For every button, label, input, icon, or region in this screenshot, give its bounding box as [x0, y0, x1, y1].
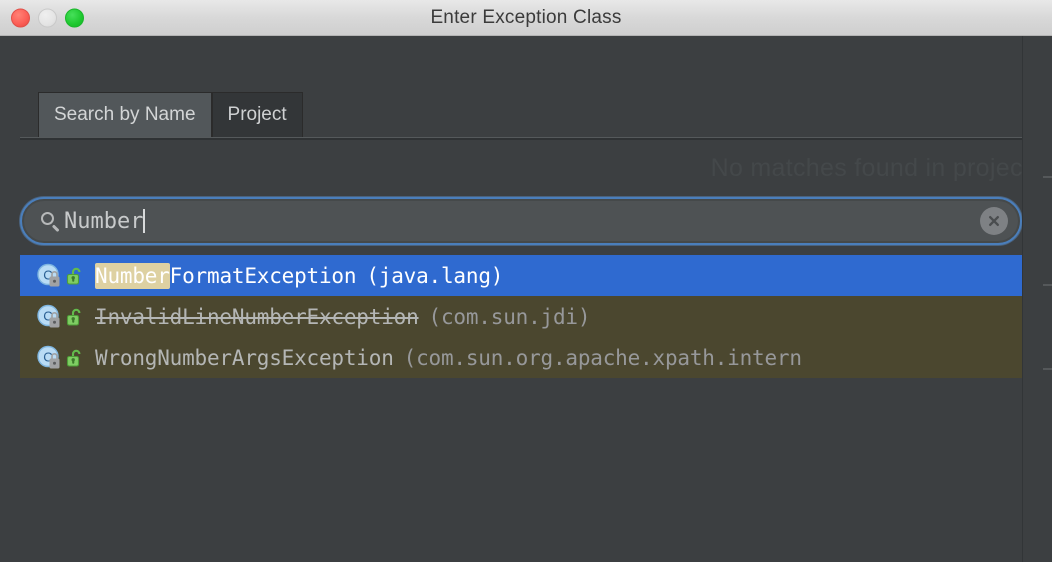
- clear-search-icon[interactable]: [980, 207, 1008, 235]
- gutter-mark: [1043, 284, 1052, 286]
- gutter-mark: [1043, 368, 1052, 370]
- zoom-button[interactable]: [65, 8, 84, 27]
- list-item-text: NumberFormatException (java.lang): [95, 262, 504, 289]
- empty-state-hint: No matches found in project: [710, 154, 1030, 182]
- text-caret: [143, 209, 146, 233]
- right-gutter: [1022, 36, 1052, 562]
- class-name: FormatException: [169, 263, 357, 288]
- search-input[interactable]: Number: [24, 201, 1018, 241]
- package-name: (java.lang): [366, 263, 504, 288]
- close-button[interactable]: [11, 8, 30, 27]
- dialog-body: Search by Name Project No matches found …: [0, 36, 1052, 562]
- class-icon: C: [36, 345, 62, 371]
- window-title: Enter Exception Class: [430, 6, 622, 28]
- enter-exception-class-dialog: Enter Exception Class Search by Name Pro…: [0, 0, 1052, 562]
- search-input-value: Number: [64, 208, 144, 234]
- tab-underline: [20, 137, 1022, 140]
- class-name: InvalidLineNumberException: [95, 304, 419, 329]
- row-icons: C: [36, 304, 85, 330]
- list-item-text: InvalidLineNumberException (com.sun.jdi): [95, 305, 590, 329]
- list-item[interactable]: C: [20, 337, 1022, 378]
- row-icons: C: [36, 263, 85, 289]
- tab-search-by-name-label: Search by Name: [54, 104, 196, 125]
- match-highlight: Number: [95, 262, 170, 289]
- search-field-wrapper[interactable]: Number: [20, 197, 1022, 245]
- search-icon: [40, 211, 60, 232]
- row-icons: C: [36, 345, 85, 371]
- package-name: (com.sun.jdi): [428, 304, 591, 329]
- tab-project-label: Project: [227, 104, 287, 125]
- list-item-text: WrongNumberArgsException (com.sun.org.apa…: [95, 346, 802, 370]
- minimize-button[interactable]: [38, 8, 57, 27]
- results-list[interactable]: C NumberFormatException (java.lang) C In…: [20, 255, 1022, 562]
- list-item[interactable]: C: [20, 296, 1022, 337]
- window-controls: [11, 8, 84, 27]
- tab-strip: Search by Name Project: [0, 36, 1052, 137]
- class-name: WrongNumberArgsException: [95, 345, 394, 370]
- public-unlocked-icon: [66, 307, 85, 327]
- public-unlocked-icon: [66, 348, 85, 368]
- class-icon: C: [36, 304, 62, 330]
- tab-search-by-name[interactable]: Search by Name: [38, 92, 212, 137]
- tab-project[interactable]: Project: [211, 92, 303, 137]
- window-titlebar: Enter Exception Class: [0, 0, 1052, 36]
- gutter-mark: [1043, 176, 1052, 178]
- list-item[interactable]: C: [20, 255, 1022, 296]
- public-unlocked-icon: [66, 266, 85, 286]
- package-name: (com.sun.org.apache.xpath.intern: [403, 345, 802, 370]
- class-icon: C: [36, 263, 62, 289]
